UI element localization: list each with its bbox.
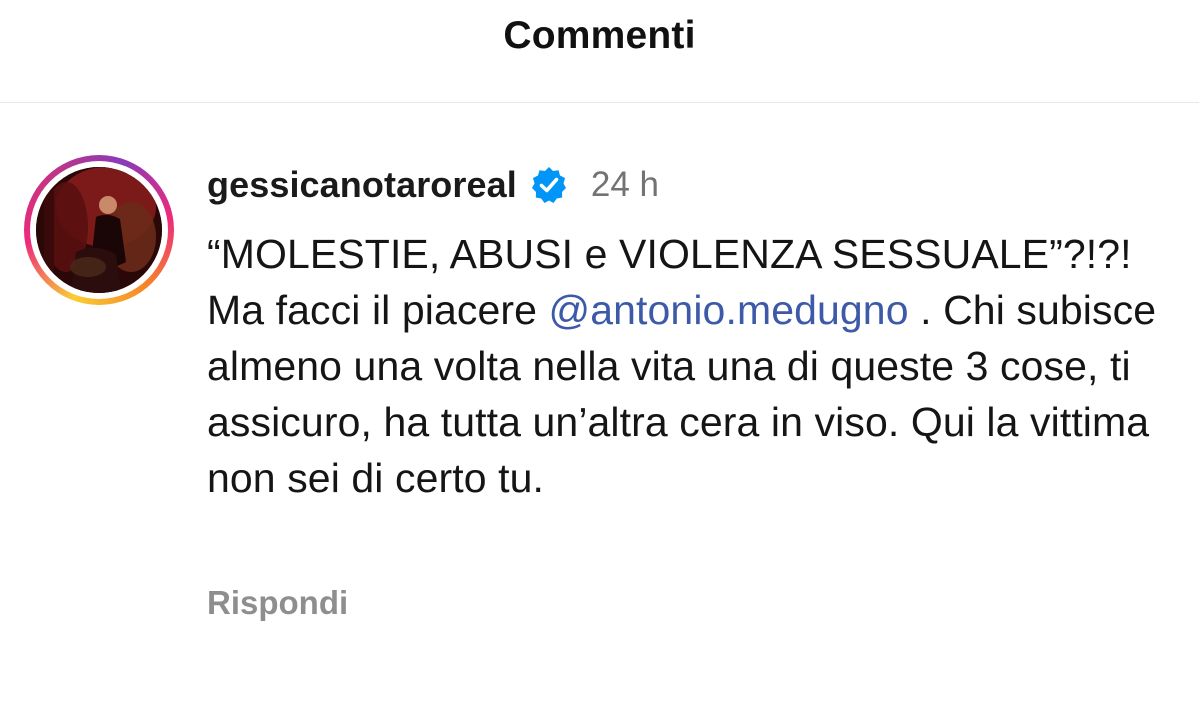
comments-screen: Commenti gessicanotaroreal 24 h “MOLESTI… bbox=[0, 0, 1199, 701]
verified-badge-icon bbox=[531, 167, 566, 203]
comment-text: “MOLESTIE, ABUSI e VIOLENZA SESSUALE”?!?… bbox=[207, 226, 1157, 506]
comment-username[interactable]: gessicanotaroreal bbox=[207, 164, 517, 206]
comment-timestamp: 24 h bbox=[590, 165, 659, 204]
reply-button[interactable]: Rispondi bbox=[207, 584, 348, 622]
comment-item: gessicanotaroreal 24 h “MOLESTIE, ABUSI … bbox=[207, 160, 1167, 506]
comments-header: Commenti bbox=[0, 0, 1199, 103]
avatar[interactable] bbox=[36, 167, 162, 293]
mention-link[interactable]: @antonio.medugno bbox=[549, 287, 909, 333]
page-title: Commenti bbox=[503, 14, 696, 57]
comment-meta: gessicanotaroreal 24 h bbox=[207, 160, 1167, 210]
avatar-photo bbox=[36, 167, 162, 293]
story-ring[interactable] bbox=[24, 155, 174, 305]
